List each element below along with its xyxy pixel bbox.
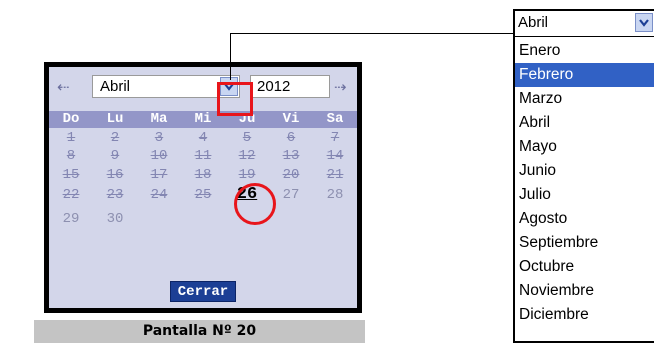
month-dropdown-toggle[interactable] xyxy=(635,13,653,32)
month-option[interactable]: Octubre xyxy=(515,255,654,279)
calendar-body: ⇠ Abril 2012 ⇢ Do Lu Ma Mi Ju Vi Sa 1 2 … xyxy=(49,67,357,308)
month-option[interactable]: Septiembre xyxy=(515,231,654,255)
calendar-day-past: 23 xyxy=(106,187,124,203)
calendar-day-past: 1 xyxy=(66,130,76,146)
month-option[interactable]: Noviembre xyxy=(515,279,654,303)
month-option[interactable]: Marzo xyxy=(515,87,654,111)
calendar-day-past: 19 xyxy=(238,167,256,183)
calendar-day-past: 11 xyxy=(194,148,212,164)
calendar-day-past: 4 xyxy=(198,130,208,146)
calendar-day-past: 16 xyxy=(106,167,124,183)
calendar-day-past: 8 xyxy=(66,148,76,164)
calendar-day-past: 17 xyxy=(150,167,168,183)
screen-caption: Pantalla Nº 20 xyxy=(34,320,365,343)
calendar-day-past: 21 xyxy=(326,167,344,183)
prev-month-arrow-icon[interactable]: ⇠ xyxy=(57,80,70,96)
weekday-header-row: Do Lu Ma Mi Ju Vi Sa xyxy=(49,111,357,128)
calendar-day-past: 3 xyxy=(154,130,164,146)
calendar-day[interactable]: 28 xyxy=(313,187,357,204)
month-option[interactable]: Enero xyxy=(515,39,654,63)
calendar-day-past: 22 xyxy=(62,187,80,203)
weekday-label: Sa xyxy=(326,111,344,127)
calendar-day-past: 9 xyxy=(110,148,120,164)
calendar-day-past: 6 xyxy=(286,130,296,146)
month-option-selected[interactable]: Febrero xyxy=(515,63,654,87)
month-dropdown-list: Abril Enero Febrero Marzo Abril Mayo Jun… xyxy=(513,9,654,343)
weekday-label: Lu xyxy=(106,111,124,127)
weekday-label: Ma xyxy=(150,111,168,127)
calendar-day-past: 15 xyxy=(62,167,80,183)
calendar-day-past: 20 xyxy=(282,167,300,183)
calendar-day-past: 2 xyxy=(110,130,120,146)
dropdown-highlight-box xyxy=(217,82,253,116)
weekday-label: Do xyxy=(62,111,80,127)
month-option[interactable]: Diciembre xyxy=(515,303,654,327)
month-option[interactable]: Julio xyxy=(515,183,654,207)
month-option[interactable]: Junio xyxy=(515,159,654,183)
calendar-day-past: 14 xyxy=(326,148,344,164)
calendar-day[interactable]: 29 xyxy=(49,211,93,228)
calendar-day-past: 7 xyxy=(330,130,340,146)
connector-line xyxy=(230,33,514,34)
calendar-day-past: 12 xyxy=(238,148,256,164)
calendar-day-past: 25 xyxy=(194,187,212,203)
chevron-down-icon xyxy=(639,19,649,27)
close-button[interactable]: Cerrar xyxy=(170,281,236,302)
calendar-day-past: 5 xyxy=(242,130,252,146)
weekday-label: Vi xyxy=(282,111,300,127)
month-dropdown-current: Abril xyxy=(518,14,549,31)
year-input-value: 2012 xyxy=(257,78,291,95)
calendar-day-past: 13 xyxy=(282,148,300,164)
month-dropdown-header[interactable]: Abril xyxy=(515,11,654,37)
connector-line xyxy=(230,33,231,80)
calendar-day[interactable]: 30 xyxy=(93,211,137,228)
calendar-popup: ⇠ Abril 2012 ⇢ Do Lu Ma Mi Ju Vi Sa 1 2 … xyxy=(44,62,362,313)
month-dropdown-body: Abril Enero Febrero Marzo Abril Mayo Jun… xyxy=(515,11,654,341)
calendar-day-past: 10 xyxy=(150,148,168,164)
month-select-value: Abril xyxy=(100,78,131,95)
month-option[interactable]: Agosto xyxy=(515,207,654,231)
month-option[interactable]: Mayo xyxy=(515,135,654,159)
next-month-arrow-icon[interactable]: ⇢ xyxy=(334,80,347,96)
today-highlight-circle xyxy=(234,183,276,225)
year-input[interactable]: 2012 xyxy=(250,75,330,98)
calendar-day-past: 24 xyxy=(150,187,168,203)
month-option[interactable]: Abril xyxy=(515,111,654,135)
calendar-day-past: 18 xyxy=(194,167,212,183)
